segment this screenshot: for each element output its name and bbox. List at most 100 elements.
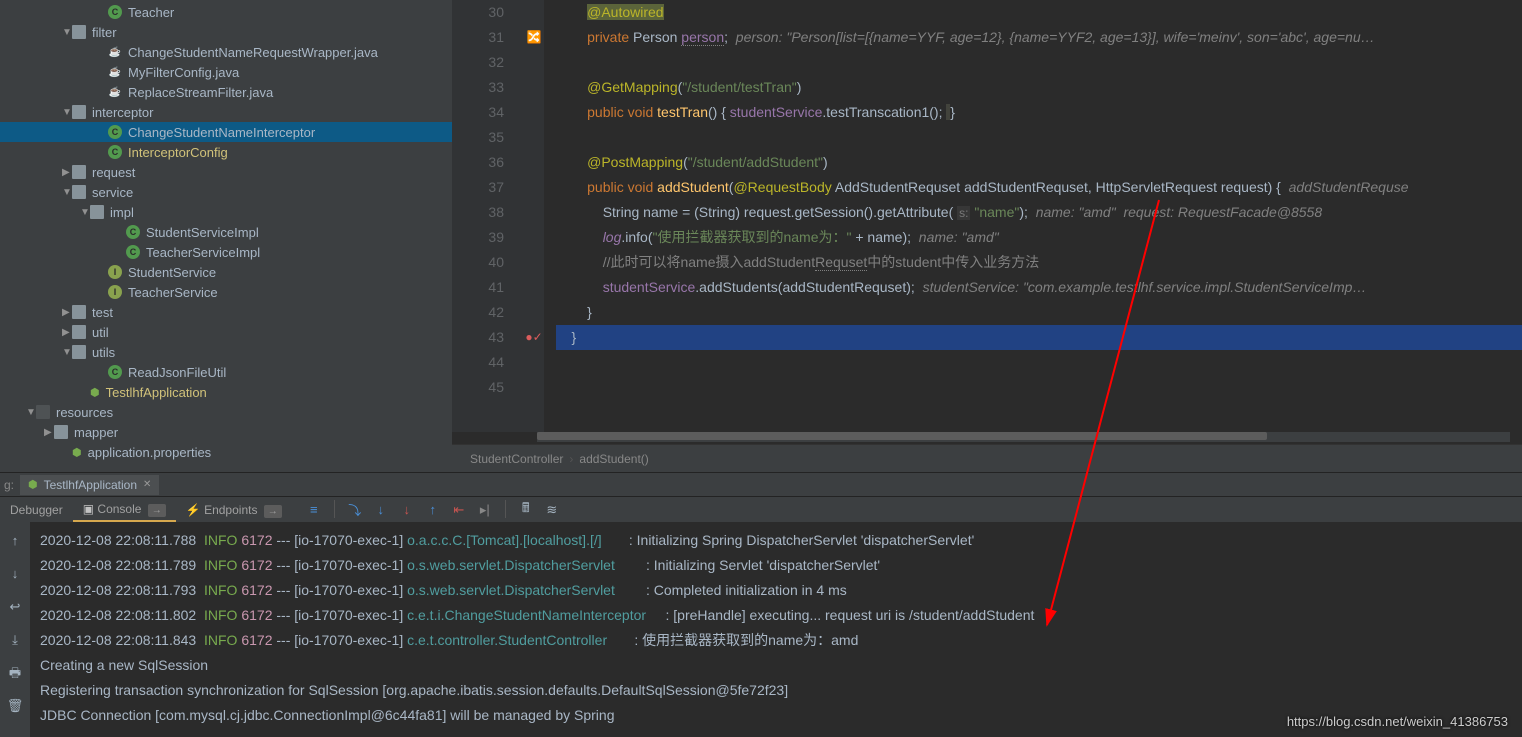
tree-item[interactable]: ⬢application.properties	[0, 442, 452, 462]
show-execution-icon[interactable]: ≡	[304, 500, 324, 520]
tree-item-label: interceptor	[92, 105, 153, 120]
tree-item[interactable]: service	[0, 182, 452, 202]
tree-item[interactable]: ⬢TestlhfApplication	[0, 382, 452, 402]
spring-icon: ⬢	[72, 446, 82, 459]
gutter-marker-icon[interactable]: 🔀	[527, 25, 542, 50]
code-line[interactable]: studentService.addStudents(addStudentReq…	[556, 275, 1522, 300]
scroll-to-end-icon[interactable]: ⤓	[12, 627, 18, 652]
chevron-down-icon[interactable]	[62, 27, 72, 38]
code-line[interactable]	[556, 50, 1522, 75]
tree-item-label: MyFilterConfig.java	[128, 65, 239, 80]
step-out-icon[interactable]: ↑	[423, 500, 443, 520]
tree-item[interactable]: CTeacherServiceImpl	[0, 242, 452, 262]
tree-item[interactable]: resources	[0, 402, 452, 422]
tree-item[interactable]: ☕ReplaceStreamFilter.java	[0, 82, 452, 102]
force-step-into-icon[interactable]: ↓	[397, 500, 417, 520]
tree-item[interactable]: test	[0, 302, 452, 322]
tree-item[interactable]: impl	[0, 202, 452, 222]
class-icon: C	[126, 245, 140, 259]
chevron-right-icon[interactable]	[62, 167, 72, 178]
code-line[interactable]: log.info("使用拦截器获取到的name为：" + name); name…	[556, 225, 1522, 250]
clear-icon[interactable]: 🗑	[7, 693, 24, 718]
code-line[interactable]	[556, 375, 1522, 400]
tree-item[interactable]: CStudentServiceImpl	[0, 222, 452, 242]
tree-item[interactable]: filter	[0, 22, 452, 42]
class-icon: C	[108, 5, 122, 19]
code-line[interactable]	[556, 350, 1522, 375]
step-into-icon[interactable]: ↓	[371, 500, 391, 520]
print-icon[interactable]: 🖶	[9, 660, 21, 685]
code-line[interactable]: }	[556, 300, 1522, 325]
folder-icon	[90, 205, 104, 219]
step-over-icon[interactable]: ⤵	[345, 500, 365, 520]
tree-item[interactable]: CChangeStudentNameInterceptor	[0, 122, 452, 142]
code-line[interactable]: @PostMapping("/student/addStudent")	[556, 150, 1522, 175]
project-tree[interactable]: CTeacherfilter☕ChangeStudentNameRequestW…	[0, 0, 452, 472]
code-line[interactable]	[556, 125, 1522, 150]
drop-frame-icon[interactable]: ⇤	[449, 500, 469, 520]
code-line[interactable]: //此时可以将name摄入addStudentRequset中的student中…	[556, 250, 1522, 275]
tree-item-label: service	[92, 185, 133, 200]
tree-item[interactable]: CInterceptorConfig	[0, 142, 452, 162]
spring-boot-icon: ⬢	[28, 478, 38, 491]
code-line[interactable]: public void testTran() { studentService.…	[556, 100, 1522, 125]
tree-item[interactable]: CTeacher	[0, 2, 452, 22]
tab-console[interactable]: ▣ Console →	[73, 498, 176, 522]
run-to-cursor-icon[interactable]: ▸|	[475, 500, 495, 520]
code-area[interactable]: 30313233343536373839404142434445 🔀●✓ @Au…	[452, 0, 1522, 432]
tab-endpoints[interactable]: ⚡ Endpoints →	[176, 499, 292, 521]
breadcrumb-bar[interactable]: StudentController › addStudent()	[452, 444, 1522, 472]
tree-item[interactable]: util	[0, 322, 452, 342]
scroll-up-icon[interactable]: ↑	[12, 528, 19, 553]
gutter-icons: 🔀 ●✓	[524, 0, 544, 432]
tree-item[interactable]: IStudentService	[0, 262, 452, 282]
tree-item[interactable]: mapper	[0, 422, 452, 442]
tree-item[interactable]: interceptor	[0, 102, 452, 122]
tree-item[interactable]: ☕ MyFilterConfig.java	[0, 62, 452, 82]
code-line[interactable]: private Person person; person: "Person[l…	[556, 25, 1522, 50]
folder-icon	[72, 105, 86, 119]
chevron-down-icon[interactable]	[26, 407, 36, 418]
chevron-right-icon[interactable]	[62, 327, 72, 338]
code-line[interactable]: public void addStudent(@RequestBody AddS…	[556, 175, 1522, 200]
tree-item[interactable]: ☕ChangeStudentNameRequestWrapper.java	[0, 42, 452, 62]
chevron-down-icon[interactable]	[62, 107, 72, 118]
interface-icon: I	[108, 265, 122, 279]
chevron-right-icon[interactable]	[44, 427, 54, 438]
breadcrumb-item[interactable]: addStudent()	[579, 452, 648, 466]
breadcrumb-item[interactable]: StudentController	[470, 452, 563, 466]
code-line[interactable]: @Autowired	[556, 0, 1522, 25]
breakpoint-icon[interactable]: ●✓	[525, 325, 542, 350]
horizontal-scrollbar[interactable]	[537, 432, 1510, 442]
redirect-icon: →	[148, 504, 166, 517]
debug-tab-label: TestlhfApplication	[44, 478, 137, 492]
class-icon: C	[108, 145, 122, 159]
chevron-down-icon[interactable]	[80, 207, 90, 218]
evaluate-icon[interactable]: 🖩	[516, 500, 536, 520]
scroll-down-icon[interactable]: ↓	[12, 561, 19, 586]
folder-icon	[72, 305, 86, 319]
console-output[interactable]: 2020-12-08 22:08:11.788 INFO 6172 --- [i…	[30, 522, 1522, 737]
tree-item[interactable]: CReadJsonFileUtil	[0, 362, 452, 382]
java-file-icon: ☕	[108, 65, 122, 79]
soft-wrap-icon[interactable]: ↩	[10, 594, 21, 619]
code-line[interactable]: @GetMapping("/student/testTran")	[556, 75, 1522, 100]
tree-item[interactable]: utils	[0, 342, 452, 362]
tab-debugger[interactable]: Debugger	[0, 499, 73, 521]
code-lines[interactable]: @Autowired private Person person; person…	[544, 0, 1522, 432]
code-line[interactable]: }	[556, 325, 1522, 350]
chevron-down-icon[interactable]	[62, 187, 72, 198]
close-icon[interactable]: ✕	[143, 479, 151, 490]
console-line: JDBC Connection [com.mysql.cj.jdbc.Conne…	[40, 703, 1512, 728]
tree-item[interactable]: request	[0, 162, 452, 182]
endpoints-icon: ⚡	[186, 503, 201, 517]
divider	[334, 500, 335, 518]
code-line[interactable]: String name = (String) request.getSessio…	[556, 200, 1522, 225]
tree-item-label: test	[92, 305, 113, 320]
tree-item-label: ChangeStudentNameInterceptor	[128, 125, 315, 140]
debug-tab-app[interactable]: ⬢ TestlhfApplication ✕	[20, 475, 159, 495]
tree-item[interactable]: ITeacherService	[0, 282, 452, 302]
trace-icon[interactable]: ≋	[542, 500, 562, 520]
chevron-down-icon[interactable]	[62, 347, 72, 358]
chevron-right-icon[interactable]	[62, 307, 72, 318]
